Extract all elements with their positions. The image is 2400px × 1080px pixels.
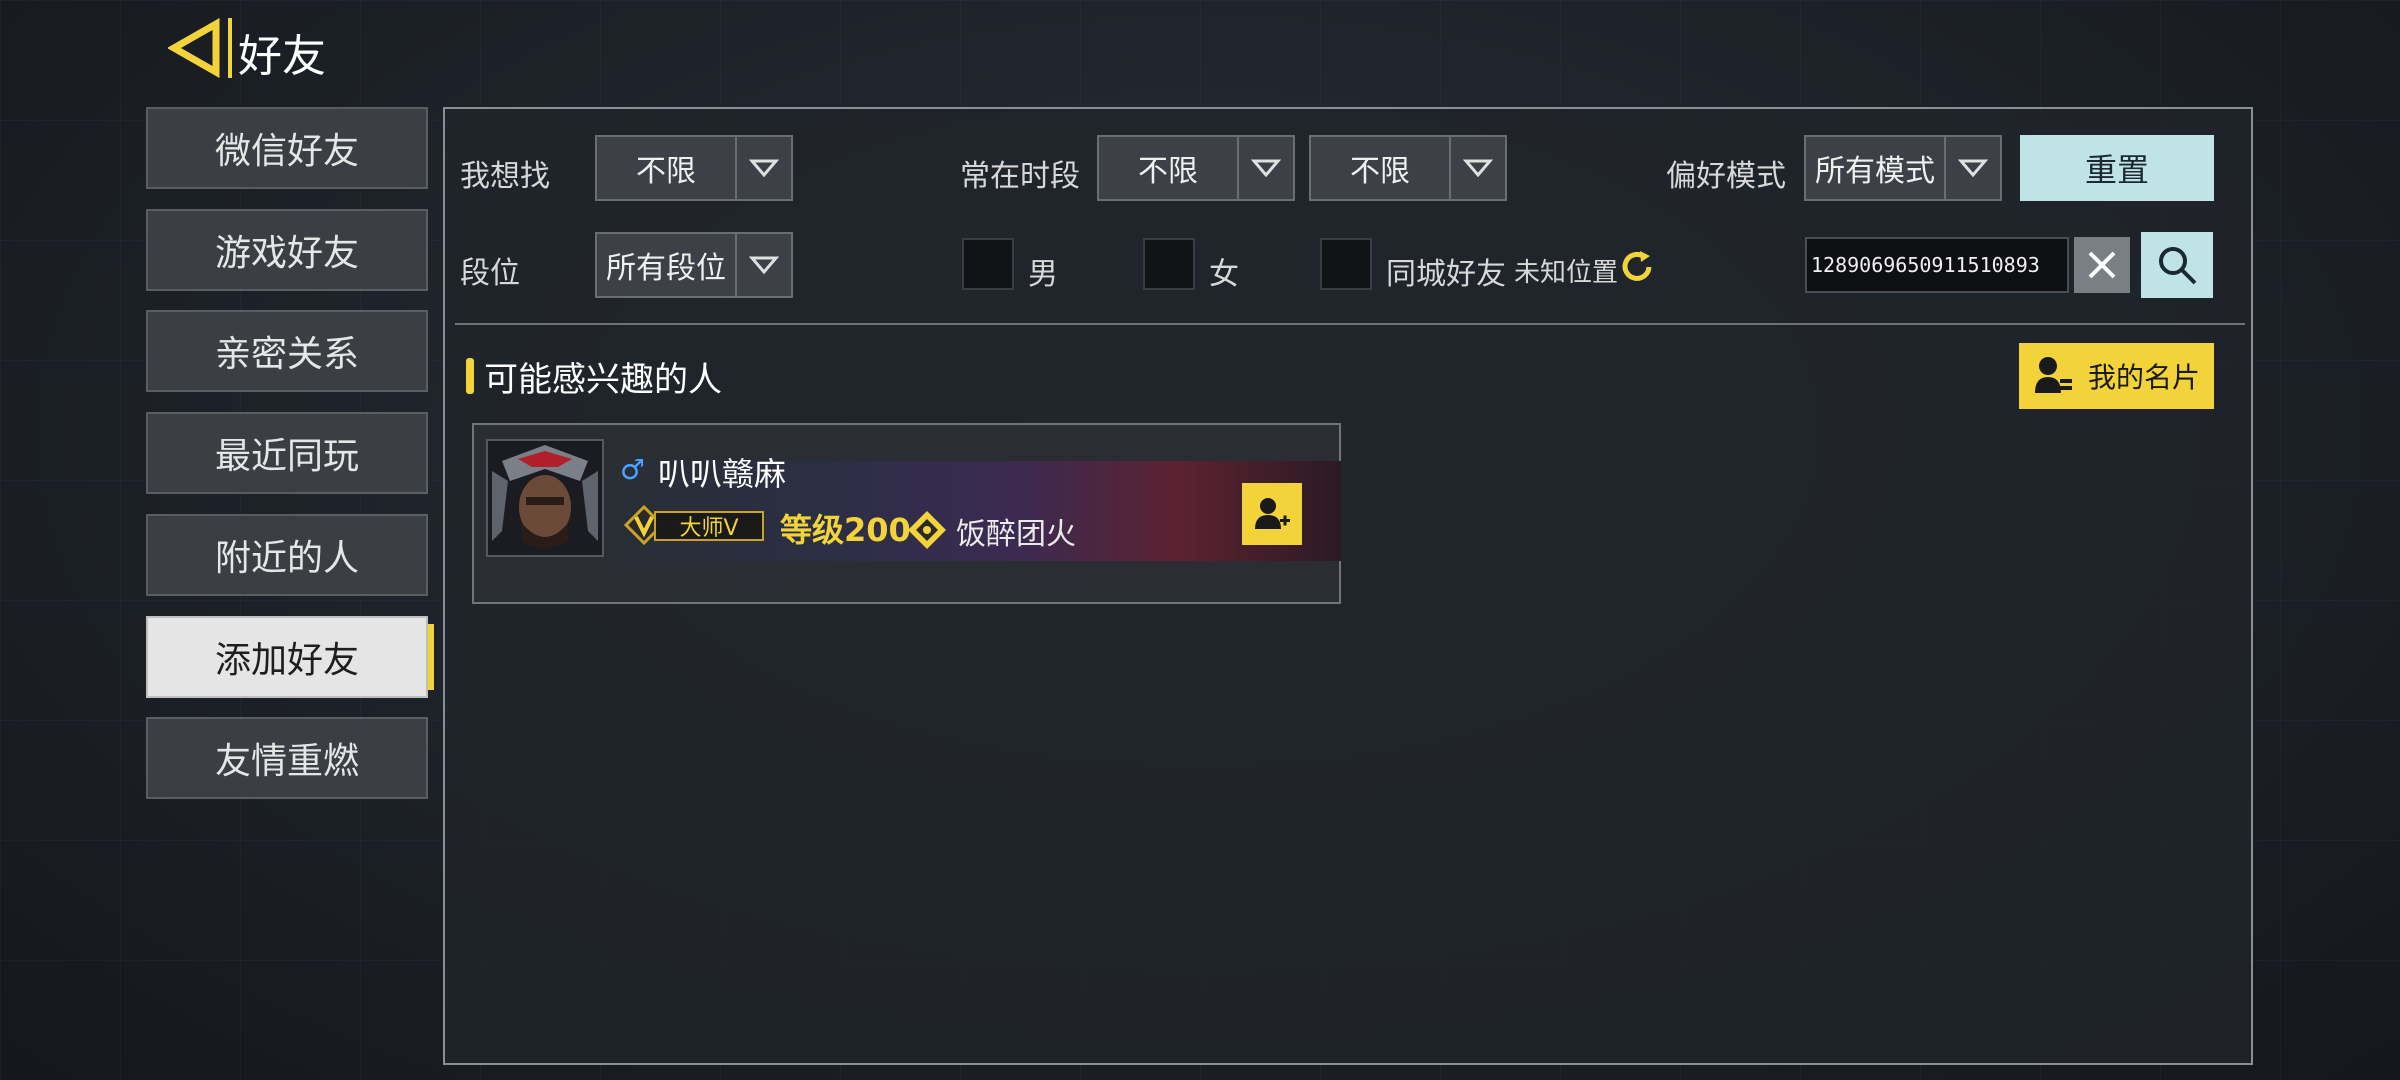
female-checkbox[interactable] [1143,238,1195,290]
clear-search-button[interactable] [2074,237,2130,293]
chevron-down-icon [735,137,791,199]
my-card-label: 我的名片 [2087,361,2200,394]
reset-label: 重置 [2084,151,2149,189]
section-marker [466,358,474,394]
sidebar-item-label: 附近的人 [214,538,359,579]
add-user-icon [1255,498,1290,529]
samecity-label: 同城好友 [1386,257,1506,292]
mode-label: 偏好模式 [1666,159,1786,194]
reset-button[interactable]: 重置 [2020,135,2214,201]
online-period-label: 常在时段 [960,159,1080,194]
clan-emblem-icon [906,509,948,551]
page-title: 好友 [238,31,326,82]
search-button[interactable] [2141,232,2213,298]
section-title: 可能感兴趣的人 [484,360,722,400]
sidebar-item-label: 亲密关系 [214,334,359,375]
sidebar-item-label: 微信好友 [214,131,359,172]
online-period-value-1: 不限 [1138,154,1198,189]
female-label: 女 [1209,257,1239,292]
back-arrow-icon [166,17,220,79]
sidebar-item-game-friends[interactable]: 游戏好友 [146,209,428,291]
refresh-location-icon[interactable] [1620,250,1654,284]
sidebar-item-recent[interactable]: 最近同玩 [146,412,428,494]
chevron-down-icon [1449,137,1505,199]
rank-label: 段位 [460,256,520,291]
sidebar-item-nearby[interactable]: 附近的人 [146,514,428,596]
user-card-icon [2033,355,2073,404]
chevron-down-icon [1944,137,2000,199]
sidebar-item-rekindle[interactable]: 友情重燃 [146,717,428,799]
my-card-button[interactable]: 我的名片 [2019,343,2214,409]
samecity-checkbox[interactable] [1320,238,1372,290]
search-icon [2159,247,2197,285]
seek-dropdown[interactable]: 不限 [595,135,793,201]
rank-dropdown[interactable]: 所有段位 [595,232,793,298]
sidebar-item-label: 添加好友 [214,640,359,681]
mode-dropdown[interactable]: 所有模式 [1804,135,2002,201]
sidebar-item-add-friend[interactable]: 添加好友 [146,616,434,698]
online-period-value-2: 不限 [1350,154,1410,189]
add-friend-button[interactable] [1242,483,1302,545]
mode-value: 所有模式 [1815,154,1935,189]
sidebar-item-label: 最近同玩 [214,436,359,477]
chevron-down-icon [735,234,791,296]
online-period-dropdown-2[interactable]: 不限 [1309,135,1507,201]
player-level: 等级200 [780,511,911,549]
search-input[interactable]: 1289069650911510893 [1805,237,2069,293]
sidebar-item-label: 友情重燃 [214,741,359,782]
back-button[interactable] [166,17,228,79]
sidebar-item-label: 游戏好友 [214,233,359,274]
male-checkbox[interactable] [962,238,1014,290]
rank-text: 大师Ⅴ [654,511,764,541]
close-icon [2088,251,2116,279]
online-period-dropdown-1[interactable]: 不限 [1097,135,1295,201]
clan-name: 饭醉团火 [956,517,1076,552]
player-card[interactable]: ♂ 叭叭赣麻 大师Ⅴ 等级200 饭醉团火 [472,423,1341,604]
player-avatar [486,439,604,557]
player-name: 叭叭赣麻 [658,455,787,493]
seek-label: 我想找 [460,159,550,194]
male-label: 男 [1028,257,1058,292]
sidebar-item-intimate[interactable]: 亲密关系 [146,310,428,392]
seek-value: 不限 [636,154,696,189]
divider [455,323,2245,325]
location-text: 未知位置 [1514,258,1619,288]
rank-value: 所有段位 [606,251,726,286]
sidebar-item-wechat-friends[interactable]: 微信好友 [146,107,428,189]
gender-male-icon: ♂ [620,453,646,486]
chevron-down-icon [1237,137,1293,199]
